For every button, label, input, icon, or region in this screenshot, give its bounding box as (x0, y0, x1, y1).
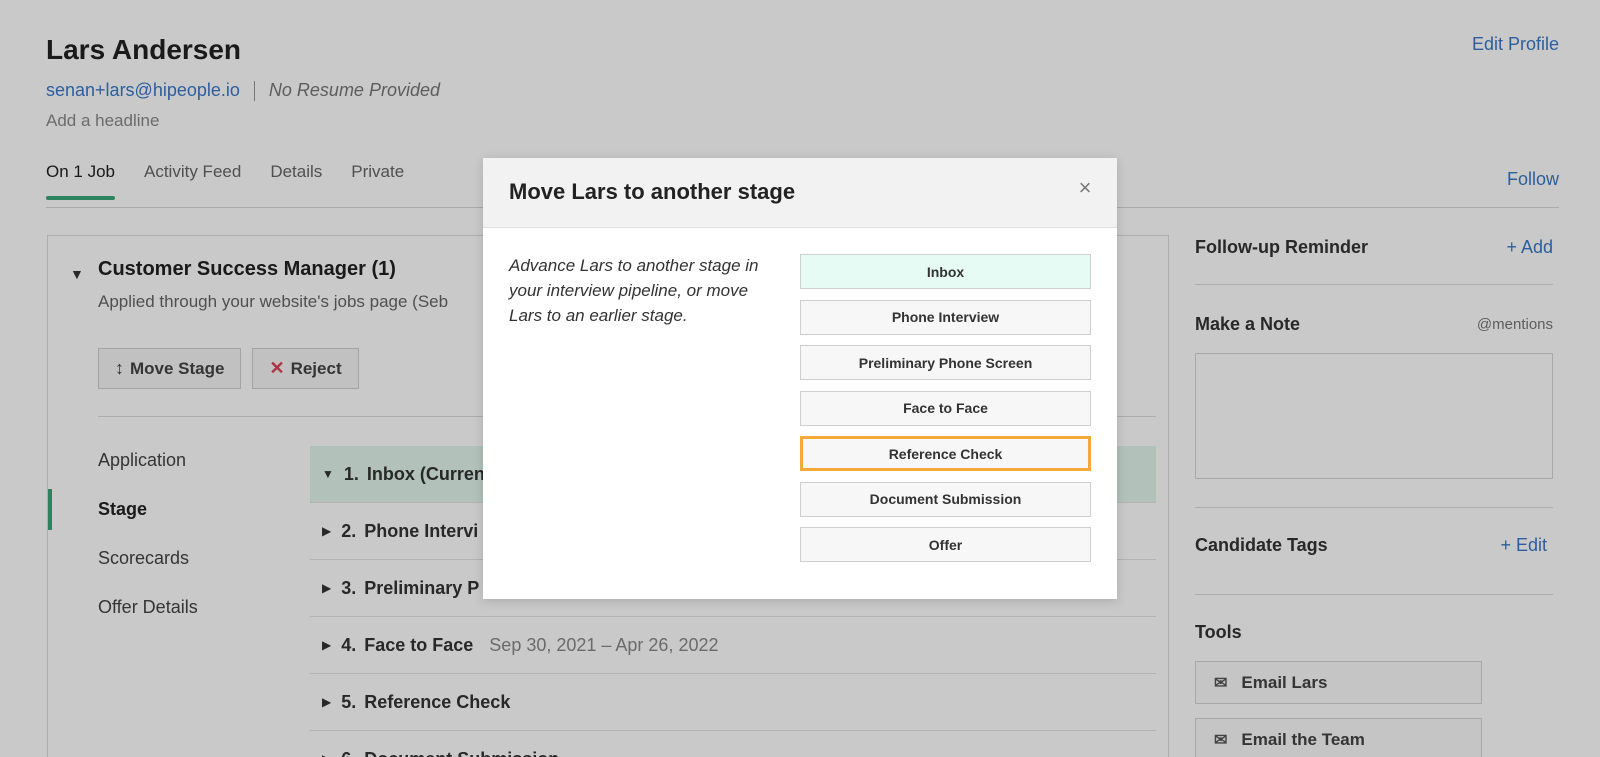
move-stage-modal: Move Lars to another stage × Advance Lar… (483, 158, 1117, 599)
stage-option-reference-check[interactable]: Reference Check (800, 436, 1091, 471)
stage-option-preliminary-phone-screen[interactable]: Preliminary Phone Screen (800, 345, 1091, 380)
stage-option-document-submission[interactable]: Document Submission (800, 481, 1091, 517)
stage-option-offer[interactable]: Offer (800, 527, 1091, 562)
modal-title: Move Lars to another stage (509, 179, 796, 204)
stage-option-phone-interview[interactable]: Phone Interview (800, 299, 1091, 335)
modal-description: Advance Lars to another stage in your in… (509, 256, 759, 325)
modal-header: Move Lars to another stage × (483, 158, 1117, 228)
stage-option-inbox[interactable]: Inbox (800, 254, 1091, 289)
modal-stage-options: Inbox Phone Interview Preliminary Phone … (800, 254, 1091, 573)
close-icon[interactable]: × (1073, 176, 1097, 200)
stage-option-face-to-face[interactable]: Face to Face (800, 390, 1091, 426)
